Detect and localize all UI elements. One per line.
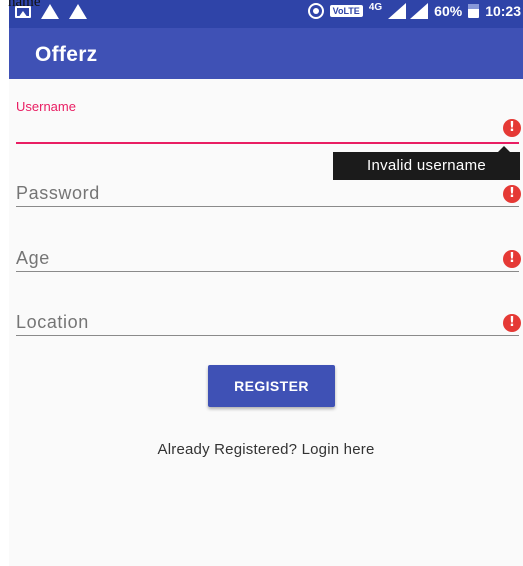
location-field[interactable]: ! [16,309,523,339]
warning-icon [69,4,87,19]
username-label: Username [16,99,76,114]
status-icons: VoLTE 4G 60% 10:23 [307,1,521,19]
error-icon[interactable]: ! [503,314,521,332]
age-field[interactable]: ! [16,245,523,275]
warning-icon [41,4,59,19]
battery-percent: 60% [434,3,463,19]
location-underline [16,335,519,336]
hotspot-icon [307,3,324,19]
phone-screen: VoLTE 4G 60% 10:23 Offerz Username ! Inv… [9,0,523,566]
error-icon[interactable]: ! [503,250,521,268]
battery-icon [468,4,480,18]
volte-icon: VoLTE [329,5,363,17]
location-input[interactable] [16,312,486,333]
signal-icon [388,3,407,19]
error-icon[interactable]: ! [503,119,521,137]
age-underline [16,271,519,272]
password-underline [16,206,519,207]
app-bar: Offerz [9,28,523,79]
page-label: name [8,0,41,10]
username-input[interactable] [16,119,486,140]
age-input[interactable] [16,248,486,269]
clock: 10:23 [485,3,521,19]
network-type: 4G [368,1,383,13]
password-field[interactable]: ! [16,180,523,210]
error-icon[interactable]: ! [503,185,521,203]
app-title: Offerz [35,43,98,66]
register-button[interactable]: REGISTER [208,365,335,407]
error-tooltip: Invalid username [333,146,520,180]
username-underline [16,142,519,144]
password-input[interactable] [16,183,486,204]
status-bar: VoLTE 4G 60% 10:23 [9,0,523,28]
signal-icon [410,3,429,19]
username-field[interactable]: Username ! [16,99,523,149]
login-link[interactable]: Already Registered? Login here [9,441,523,458]
